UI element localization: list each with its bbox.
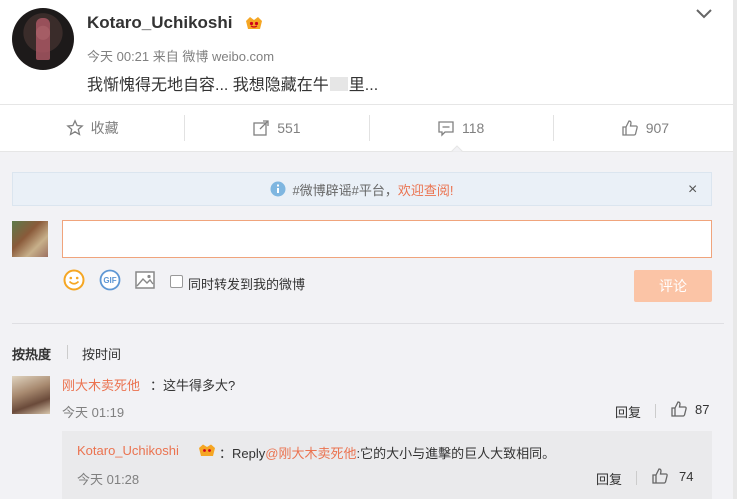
divider bbox=[655, 404, 656, 418]
action-bar: 收藏 551 118 907 bbox=[0, 105, 737, 151]
like-count: 907 bbox=[645, 120, 670, 136]
reply-time: 今天 01:28 bbox=[77, 472, 140, 487]
notice-link[interactable]: 欢迎查阅! bbox=[398, 180, 454, 199]
favorite-button[interactable]: 收藏 bbox=[0, 105, 184, 151]
close-icon[interactable]: × bbox=[688, 181, 697, 199]
notice-text: #微博辟谣#平台， bbox=[292, 182, 398, 198]
thumbs-up-icon bbox=[622, 120, 638, 136]
reply-author-name[interactable]: Kotaro_Uchikoshi bbox=[77, 443, 179, 458]
repost-label: 同时转发到我的微博 bbox=[188, 277, 306, 292]
author-avatar[interactable] bbox=[12, 8, 74, 70]
thumbs-up-icon[interactable] bbox=[651, 467, 669, 485]
submit-comment-button[interactable]: 评论 bbox=[634, 270, 712, 302]
reply-text: ：Reply@刚大木卖死他:它的大小与進擊的巨人大致相同。 bbox=[219, 446, 556, 461]
commenter-name[interactable]: 刚大木卖死他 bbox=[62, 375, 140, 394]
divider bbox=[636, 471, 637, 485]
comment-time: 今天 01:19 bbox=[62, 405, 125, 420]
chevron-down-icon[interactable] bbox=[694, 5, 714, 23]
vip-badge-icon bbox=[199, 444, 215, 456]
comment-count: 118 bbox=[461, 120, 485, 136]
divider bbox=[67, 345, 68, 359]
caret-up-icon bbox=[451, 145, 463, 152]
sort-by-hot-tab[interactable]: 按热度 bbox=[12, 344, 51, 363]
repost-count: 551 bbox=[277, 120, 301, 136]
weibo-post-card: Kotaro_Uchikoshi 今天 00:21 来自 微博 weibo.co… bbox=[0, 0, 737, 499]
emoji-icon[interactable] bbox=[63, 269, 85, 291]
vip-badge-icon bbox=[246, 17, 262, 29]
comment-reply-button[interactable]: 回复 bbox=[615, 402, 641, 421]
reply-box bbox=[62, 431, 712, 499]
image-icon[interactable] bbox=[134, 269, 156, 291]
comment-icon bbox=[438, 121, 454, 137]
thumbs-up-icon[interactable] bbox=[670, 400, 688, 418]
comment-text: ：这牛得多大? bbox=[150, 378, 236, 393]
like-button[interactable]: 907 bbox=[552, 105, 737, 151]
censored-block bbox=[329, 77, 348, 91]
reply-reply-button[interactable]: 回复 bbox=[596, 469, 622, 488]
commenter-avatar[interactable] bbox=[12, 376, 50, 414]
sort-by-time-tab[interactable]: 按时间 bbox=[82, 344, 121, 363]
info-icon bbox=[270, 181, 286, 197]
repost-button[interactable]: 551 bbox=[184, 105, 368, 151]
favorite-label: 收藏 bbox=[90, 120, 119, 136]
post-meta: 今天 00:21 来自 微博 weibo.com bbox=[87, 49, 275, 64]
reply-like-count: 74 bbox=[679, 469, 694, 484]
repost-checkbox[interactable] bbox=[170, 275, 183, 288]
mention-link[interactable]: @刚大木卖死他 bbox=[265, 446, 356, 461]
gif-icon[interactable]: GIF bbox=[99, 269, 121, 291]
repost-icon bbox=[253, 120, 269, 136]
comment-input[interactable] bbox=[62, 220, 712, 258]
comment-like-count: 87 bbox=[695, 402, 710, 417]
rumor-notice-banner: #微博辟谣#平台， 欢迎查阅! bbox=[12, 172, 712, 206]
star-icon bbox=[65, 119, 84, 136]
svg-text:GIF: GIF bbox=[103, 276, 116, 285]
author-name[interactable]: Kotaro_Uchikoshi bbox=[87, 13, 232, 33]
current-user-avatar bbox=[12, 221, 48, 257]
scrollbar[interactable] bbox=[733, 0, 737, 499]
divider bbox=[12, 323, 724, 324]
post-text: 我惭愧得无地自容... 我想隐藏在牛 里... bbox=[87, 77, 379, 94]
